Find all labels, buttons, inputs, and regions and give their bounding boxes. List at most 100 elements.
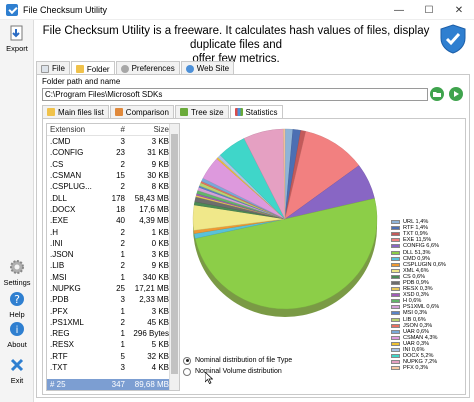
cell-extension: .RESX	[50, 340, 75, 350]
window-title: File Checksum Utility	[23, 4, 108, 15]
cell-extension: .INI	[50, 238, 63, 248]
legend-label: NUPKG 7,2%	[403, 359, 438, 366]
legend-label: PS1XML 0,6%	[403, 304, 440, 311]
tab-website[interactable]: Web Site	[180, 61, 235, 74]
legend-swatch	[391, 354, 400, 359]
table-row[interactable]: .CSMAN 15 30 KB	[47, 170, 179, 181]
table-row[interactable]: .CONFIG 23 31 KB	[47, 147, 179, 158]
legend-label: TXT 0,9%	[403, 231, 428, 238]
tab-tree-size[interactable]: Tree size	[174, 105, 229, 118]
list-icon	[47, 108, 55, 116]
legend-label: CSMAN 4,3%	[403, 334, 438, 341]
pie-chart	[185, 123, 385, 323]
cell-extension: .MSI	[50, 272, 67, 282]
legend-label: RTF 1,4%	[403, 225, 429, 232]
table-row[interactable]: .RESX 1 5 KB	[47, 339, 179, 350]
table-total-row[interactable]: # 25 347 89,68 MB	[47, 379, 171, 390]
cell-count: 3	[120, 363, 125, 373]
browse-folder-button[interactable]	[430, 87, 444, 101]
settings-button[interactable]: Settings	[0, 258, 34, 287]
legend-swatch	[391, 299, 400, 304]
legend-swatch	[391, 287, 400, 292]
radio-file-type-dot[interactable]	[183, 356, 191, 365]
shield-icon	[440, 24, 466, 54]
tab-file[interactable]: File	[36, 61, 70, 74]
table-row[interactable]: .LIB 2 9 KB	[47, 260, 179, 271]
cell-extension: .PS1XML	[50, 317, 84, 327]
legend-swatch	[391, 329, 400, 334]
export-button[interactable]: Export	[0, 24, 34, 53]
folder-panel: Folder path and name Main files list Com…	[36, 74, 470, 398]
legend-label: CONFIG 6,6%	[403, 243, 440, 250]
tab-statistics[interactable]: Statistics	[229, 105, 283, 118]
table-row[interactable]: .PFX 1 3 KB	[47, 305, 179, 316]
legend-swatch	[391, 250, 400, 255]
description-line-1: File Checksum Utility is a freeware. It …	[42, 25, 430, 51]
cell-size: 58,43 MB	[134, 193, 169, 203]
legend-swatch	[391, 232, 400, 237]
table-row[interactable]: .CMD 3 3 KB	[47, 136, 179, 147]
table-row[interactable]: .H 2 1 KB	[47, 226, 179, 237]
tab-main-files-list[interactable]: Main files list	[42, 105, 109, 118]
table-row[interactable]: .REG 1 296 Bytes	[47, 328, 179, 339]
radio-volume[interactable]: Nominal Volume distribution	[183, 366, 383, 377]
table-body: .CMD 3 3 KB .CONFIG 23 31 KB .CS 2 9 KB .CSMAN 15 3…	[47, 136, 179, 373]
column-count[interactable]: #	[103, 125, 125, 134]
cell-count: 2	[120, 317, 125, 327]
legend-swatch	[391, 262, 400, 267]
table-row[interactable]: .RTF 5 32 KB	[47, 351, 179, 362]
maximize-button[interactable]: ☐	[414, 0, 444, 20]
table-row[interactable]: .MSI 1 340 KB	[47, 272, 179, 283]
folder-path-input[interactable]	[42, 88, 428, 101]
distribution-options: Nominal distribution of file Type Nomina…	[183, 355, 383, 377]
legend-swatch	[391, 341, 400, 346]
scrollbar-thumb[interactable]	[171, 134, 178, 374]
cell-count: 18	[116, 204, 125, 214]
tab-folder[interactable]: Folder	[70, 61, 115, 75]
chart-legend: URL 1,4% RTF 1,4% TXT 0,9% EXE 11,5% CONFIG …	[391, 219, 465, 371]
help-label: Help	[9, 310, 25, 319]
tab-file-label: File	[52, 64, 65, 73]
legend-item: PFX 0,3%	[391, 365, 465, 371]
cell-size: 31 KB	[147, 148, 169, 158]
table-row[interactable]: .DLL 178 58,43 MB	[47, 192, 179, 203]
close-button[interactable]: ✕	[444, 0, 474, 20]
cell-size: 17,21 MB	[134, 284, 169, 293]
radio-volume-dot[interactable]	[183, 367, 191, 376]
cell-size: 45 KB	[147, 317, 169, 327]
table-row[interactable]: .JSON 1 3 KB	[47, 249, 179, 260]
column-extension[interactable]: Extension	[47, 125, 103, 134]
exit-button[interactable]: Exit	[0, 356, 34, 385]
tab-comparison[interactable]: Comparison	[109, 105, 174, 118]
cell-size: 30 KB	[147, 171, 169, 181]
folder-open-icon	[433, 92, 441, 97]
table-row[interactable]: .INI 2 0 KB	[47, 238, 179, 249]
table-row[interactable]: .CS 2 9 KB	[47, 159, 179, 170]
table-row[interactable]: .NUPKG 25 17,21 MB	[47, 283, 179, 294]
cell-extension: .CSPLUG...	[50, 182, 92, 192]
table-row[interactable]: .CSPLUG... 2 8 KB	[47, 181, 179, 192]
table-row[interactable]: .PS1XML 2 45 KB	[47, 317, 179, 328]
radio-file-type[interactable]: Nominal distribution of file Type	[183, 355, 383, 366]
cell-size: 296 Bytes	[133, 329, 169, 339]
legend-label: XSD 0,3%	[403, 292, 429, 299]
table-row[interactable]: .TXT 3 4 KB	[47, 362, 179, 373]
gear-icon	[8, 258, 26, 276]
cell-count: 2	[120, 238, 125, 248]
table-scrollbar[interactable]	[169, 124, 179, 390]
help-button[interactable]: ? Help	[0, 290, 34, 319]
extension-table[interactable]: Extension # Size .CMD 3 3 KB .CONFIG 23 31 KB…	[46, 123, 180, 391]
table-row[interactable]: .DOCX 18 17,6 MB	[47, 204, 179, 215]
table-row[interactable]: .PDB 3 2,33 MB	[47, 294, 179, 305]
cell-extension: .LIB	[50, 261, 65, 271]
minimize-button[interactable]: —	[384, 0, 414, 20]
table-row[interactable]: .EXE 40 4,39 MB	[47, 215, 179, 226]
column-size[interactable]: Size	[125, 125, 169, 134]
folder-path-label: Folder path and name	[42, 77, 121, 86]
run-button[interactable]	[449, 87, 463, 101]
about-button[interactable]: i About	[0, 320, 34, 349]
top-tab-bar: File Folder Preferences Web Site	[36, 61, 235, 75]
tab-preferences[interactable]: Preferences	[115, 61, 180, 74]
export-label: Export	[6, 44, 28, 53]
tree-icon	[179, 108, 188, 116]
